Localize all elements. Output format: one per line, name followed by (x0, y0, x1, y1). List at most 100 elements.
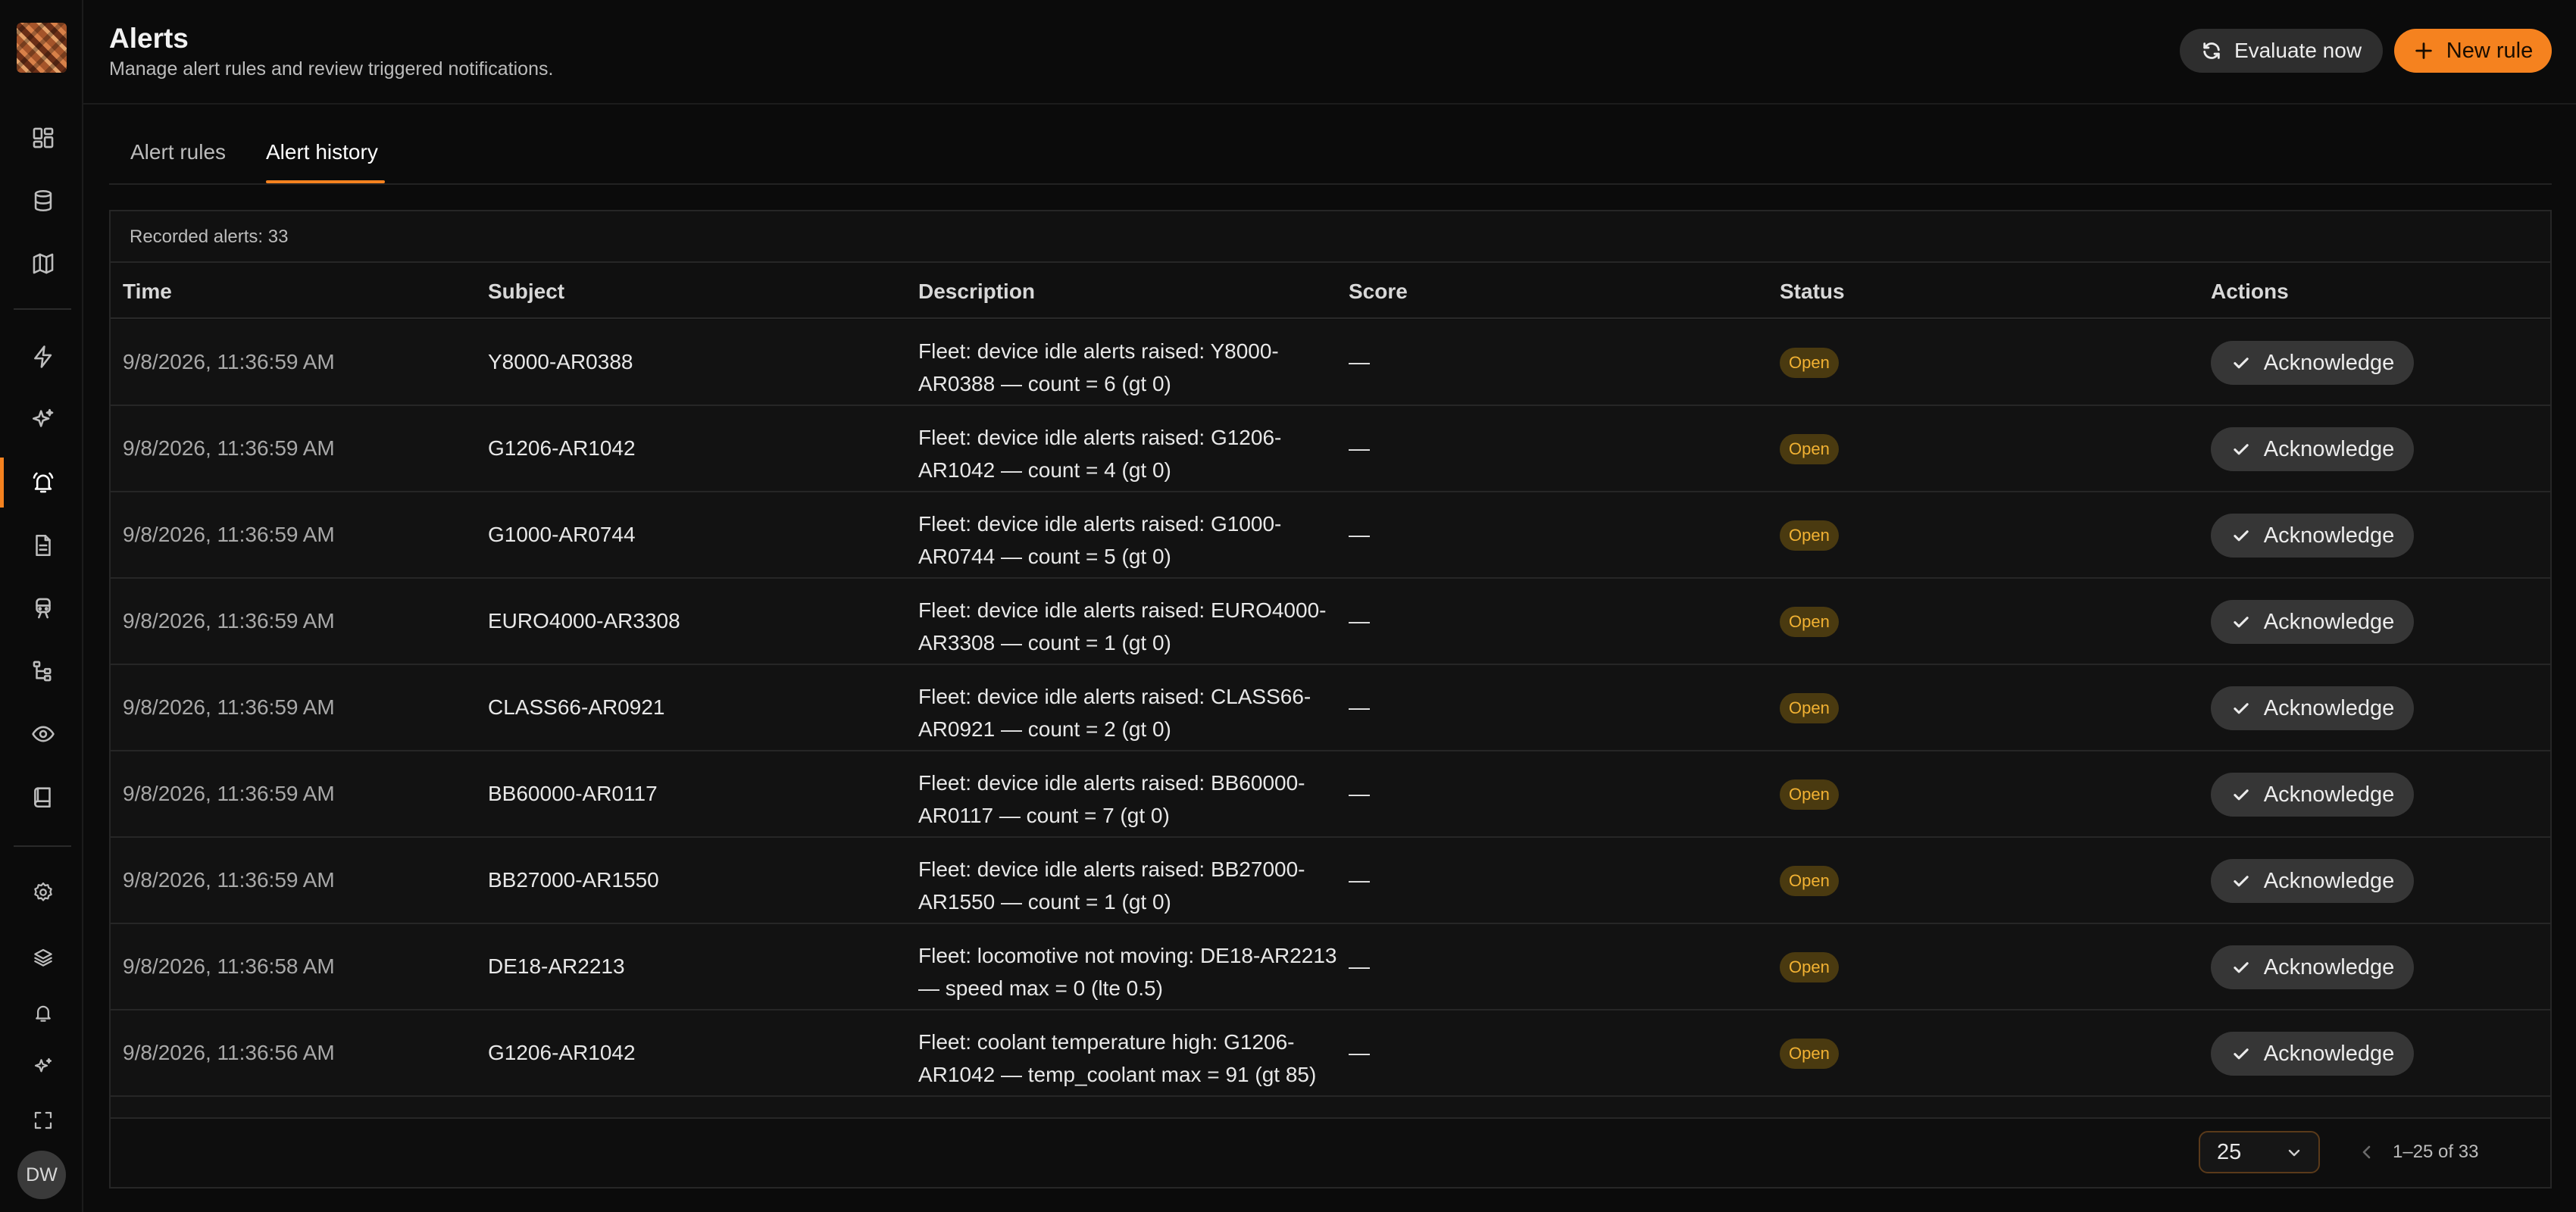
page-title: Alerts (109, 23, 189, 54)
table-row: 9/8/2026, 11:36:59 AM EURO4000-AR3308 Flee… (111, 579, 2550, 665)
chevron-down-icon (2288, 1149, 2300, 1157)
acknowledge-label: Acknowledge (2263, 695, 2395, 720)
status-badge: Open (1780, 693, 1839, 723)
cell-description: Fleet: device idle alerts raised: EURO40… (918, 598, 1327, 654)
acknowledge-button[interactable]: Acknowledge (2211, 514, 2414, 558)
locomotive-icon[interactable] (23, 589, 63, 628)
cell-score: — (1349, 1041, 1370, 1064)
table-row: 9/8/2026, 11:36:59 AM G1000-AR0744 Fleet: … (111, 492, 2550, 579)
status-badge: Open (1780, 866, 1839, 896)
sparkle-small-icon[interactable] (23, 1047, 63, 1086)
cell-description: Fleet: device idle alerts raised: Y8000-… (918, 339, 1279, 395)
status-badge: Open (1780, 434, 1839, 464)
layers-icon[interactable] (23, 938, 63, 977)
alert-history-table: Recorded alerts: 33 Time Subject Descrip… (109, 210, 2552, 1189)
document-icon[interactable] (23, 526, 63, 565)
cell-score: — (1349, 350, 1370, 373)
hierarchy-icon[interactable] (23, 651, 63, 691)
map-icon[interactable] (23, 244, 63, 283)
check-icon (2234, 358, 2249, 369)
cell-subject: G1206-AR1042 (488, 1041, 636, 1064)
refresh-icon (2203, 42, 2220, 59)
check-icon (2234, 530, 2249, 542)
column-header-score[interactable]: Score (1349, 280, 1408, 304)
acknowledge-button[interactable]: Acknowledge (2211, 427, 2414, 471)
check-icon (2234, 876, 2249, 887)
evaluate-now-button[interactable]: Evaluate now (2180, 29, 2383, 73)
cell-description: Fleet: device idle alerts raised: G1206-… (918, 426, 1282, 482)
cell-time: 9/8/2026, 11:36:59 AM (123, 695, 335, 719)
settings-icon[interactable] (23, 873, 63, 912)
dashboard-icon[interactable] (23, 118, 63, 158)
lightning-icon[interactable] (23, 337, 63, 376)
header-divider (83, 103, 2576, 105)
acknowledge-button[interactable]: Acknowledge (2211, 1032, 2414, 1076)
sidebar-divider (14, 845, 71, 847)
acknowledge-button[interactable]: Acknowledge (2211, 859, 2414, 903)
cell-subject: BB27000-AR1550 (488, 868, 659, 892)
bell-icon[interactable] (23, 993, 63, 1032)
cell-description: Fleet: device idle alerts raised: G1000-… (918, 512, 1282, 568)
table-row: 9/8/2026, 11:36:59 AM Y8000-AR0388 Fleet: … (111, 320, 2550, 406)
recorded-alerts-count: Recorded alerts: 33 (130, 226, 289, 247)
sparkles-icon[interactable] (23, 400, 63, 439)
table-row: 9/8/2026, 11:36:59 AM BB60000-AR0117 Fleet… (111, 751, 2550, 838)
active-indicator (0, 458, 4, 508)
report-icon[interactable] (23, 777, 63, 817)
check-icon (2234, 962, 2249, 973)
tab-alert-history[interactable]: Alert history (266, 140, 378, 164)
cell-description: Fleet: locomotive not moving: DE18-AR221… (918, 944, 1337, 1000)
table-row: Fleet: coolant temperature high: G1206-A… (111, 1097, 2550, 1119)
database-icon[interactable] (23, 181, 63, 220)
acknowledge-label: Acknowledge (2263, 609, 2395, 634)
acknowledge-button[interactable]: Acknowledge (2211, 773, 2414, 817)
status-badge: Open (1780, 952, 1839, 982)
cell-time: 9/8/2026, 11:36:59 AM (123, 350, 335, 373)
tabs-divider (109, 183, 2552, 185)
acknowledge-label: Acknowledge (2263, 523, 2395, 548)
cell-time: 9/8/2026, 11:36:58 AM (123, 954, 335, 978)
cell-subject: Y8000-AR0388 (488, 350, 633, 373)
cell-description: Fleet: device idle alerts raised: BB2700… (918, 857, 1305, 914)
acknowledge-label: Acknowledge (2263, 436, 2395, 461)
column-header-status[interactable]: Status (1780, 280, 1845, 304)
rows-per-page-select[interactable]: 25 (2199, 1131, 2320, 1173)
table-summary: Recorded alerts: 33 (111, 211, 2550, 263)
pagination-range: 1–25 of 33 (2393, 1142, 2479, 1162)
acknowledge-button[interactable]: Acknowledge (2211, 945, 2414, 989)
acknowledge-label: Acknowledge (2263, 868, 2395, 893)
cell-time: 9/8/2026, 11:36:59 AM (123, 523, 335, 546)
avatar[interactable]: DW (17, 1151, 66, 1199)
cell-score: — (1349, 695, 1370, 719)
fullscreen-icon[interactable] (23, 1101, 63, 1140)
table-row: 9/8/2026, 11:36:59 AM CLASS66-AR0921 Fleet… (111, 665, 2550, 751)
eye-icon[interactable] (23, 714, 63, 754)
acknowledge-button[interactable]: Acknowledge (2211, 686, 2414, 730)
acknowledge-label: Acknowledge (2263, 350, 2395, 375)
previous-page-button[interactable] (2353, 1139, 2381, 1166)
acknowledge-button[interactable]: Acknowledge (2211, 600, 2414, 644)
cell-score: — (1349, 868, 1370, 892)
column-header-actions: Actions (2211, 280, 2289, 303)
status-badge: Open (1780, 779, 1839, 810)
tab-alert-rules[interactable]: Alert rules (130, 140, 226, 164)
cell-time: 9/8/2026, 11:36:59 AM (123, 609, 335, 633)
cell-time: 9/8/2026, 11:36:56 AM (123, 1041, 335, 1064)
check-icon (2234, 444, 2249, 455)
column-header-subject[interactable]: Subject (488, 280, 564, 304)
plus-icon (2415, 42, 2432, 59)
column-header-description[interactable]: Description (918, 280, 1035, 304)
new-rule-button[interactable]: New rule (2394, 29, 2552, 73)
acknowledge-button[interactable]: Acknowledge (2211, 341, 2414, 385)
cell-time: 9/8/2026, 11:36:59 AM (123, 868, 335, 892)
table-body: 9/8/2026, 11:36:59 AM Y8000-AR0388 Fleet: … (111, 320, 2550, 1119)
active-tab-underline (266, 180, 385, 183)
acknowledge-label: Acknowledge (2263, 782, 2395, 807)
page-subtitle: Manage alert rules and review triggered … (109, 58, 554, 80)
cell-description: Fleet: device idle alerts raised: CLASS6… (918, 685, 1311, 741)
cell-time: 9/8/2026, 11:36:59 AM (123, 782, 335, 805)
bell-alarm-icon[interactable] (23, 463, 63, 502)
column-header-time[interactable]: Time (123, 280, 172, 304)
table-header: Time Subject Description Score Status Ac… (111, 263, 2550, 319)
app-logo[interactable] (17, 23, 67, 73)
